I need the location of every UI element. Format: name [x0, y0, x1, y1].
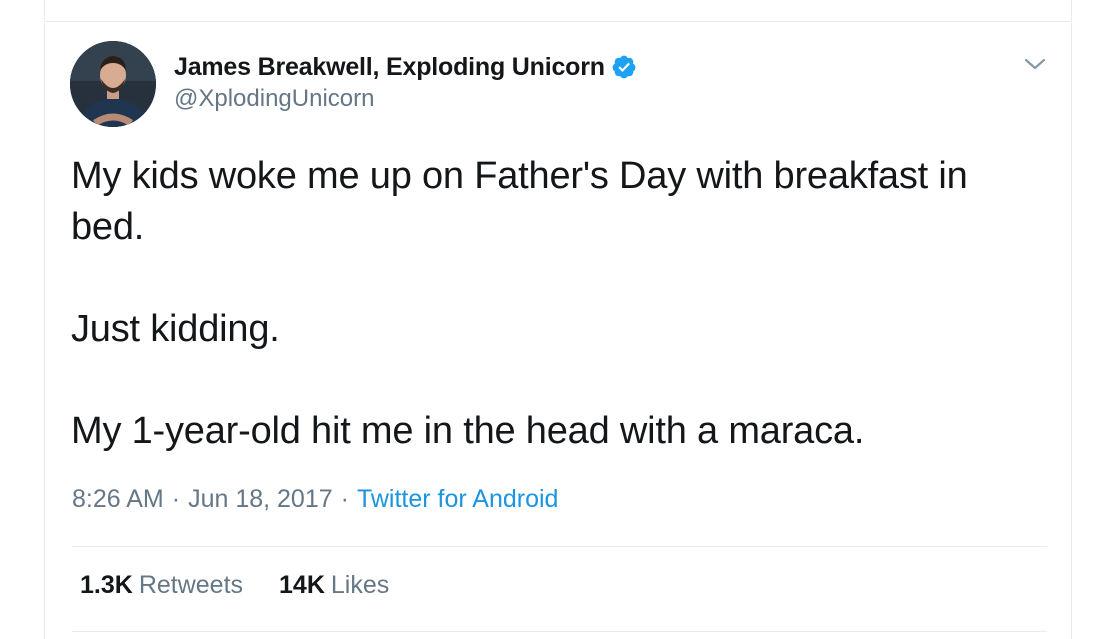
tweet-text-line: Just kidding.: [71, 308, 280, 350]
avatar-image: [70, 41, 156, 127]
author-name-row[interactable]: James Breakwell, Exploding Unicorn: [174, 51, 637, 83]
meta-separator: ·: [171, 485, 181, 513]
verified-badge-icon: [611, 54, 637, 80]
tweet-text-line: My 1-year-old hit me in the head with a …: [71, 410, 865, 452]
tweet-card: James Breakwell, Exploding Unicorn @Xplo…: [44, 23, 1072, 639]
divider: [72, 631, 1047, 632]
meta-separator: ·: [340, 485, 349, 513]
retweets-stat[interactable]: 1.3K Retweets: [80, 571, 243, 600]
tweet-text-line: bed.: [71, 206, 145, 248]
tweet-text-line: My kids woke me up on Father's Day with …: [71, 155, 968, 197]
author-handle[interactable]: @XplodingUnicorn: [174, 85, 374, 113]
author-display-name[interactable]: James Breakwell, Exploding Unicorn: [174, 53, 605, 82]
tweet-source-link[interactable]: Twitter for Android: [357, 485, 558, 513]
tweet-date[interactable]: Jun 18, 2017: [188, 485, 333, 513]
chevron-down-icon[interactable]: [1021, 53, 1049, 75]
tweet-time[interactable]: 8:26 AM: [72, 485, 164, 513]
avatar[interactable]: [70, 41, 156, 127]
retweets-label: Retweets: [138, 571, 244, 599]
likes-label: Likes: [330, 571, 390, 599]
retweets-count: 1.3K: [80, 571, 133, 599]
tweet-page: James Breakwell, Exploding Unicorn @Xplo…: [0, 0, 1100, 639]
likes-count: 14K: [279, 571, 325, 599]
tweet-stats: 1.3K Retweets 14K Likes: [80, 571, 425, 600]
tweet-text: My kids woke me up on Father's Day with …: [71, 151, 1031, 457]
tweet-metadata: 8:26 AM · Jun 18, 2017 · Twitter for Android: [72, 485, 558, 514]
divider: [72, 546, 1047, 547]
likes-stat[interactable]: 14K Likes: [279, 571, 389, 600]
previous-card-edge: [44, 0, 1072, 22]
